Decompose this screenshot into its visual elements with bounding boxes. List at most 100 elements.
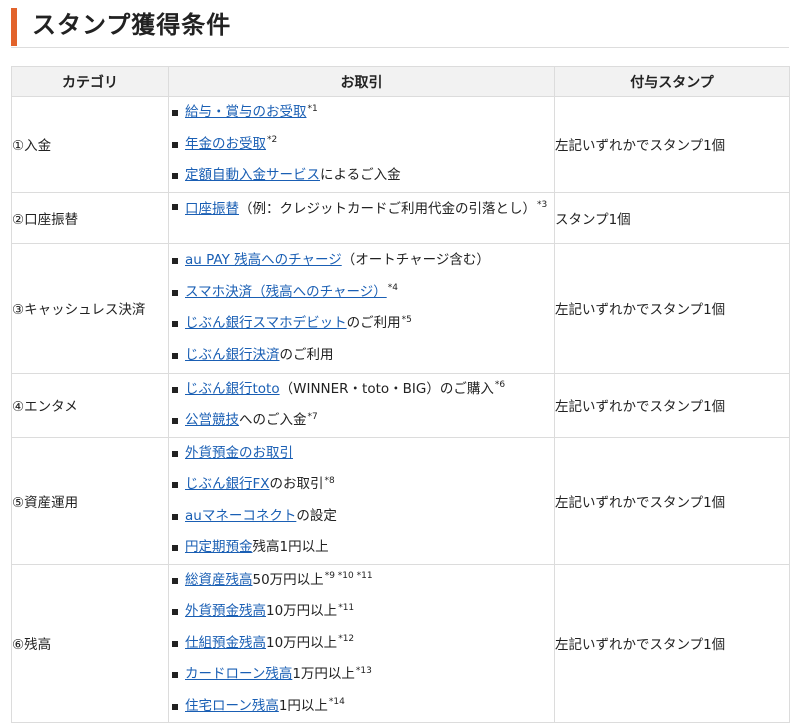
list-item: 仕組預金残高10万円以上*12 (169, 628, 554, 660)
footnote-marker: *12 (338, 634, 355, 644)
list-item: auマネーコネクトの設定 (169, 501, 554, 533)
square-bullet-icon (172, 609, 178, 615)
transaction-list: 総資産残高50万円以上*9 *10 *11 外貨預金残高10万円以上*11 仕組預金… (169, 565, 554, 723)
transaction-cell: 外貨預金のお取引 じぶん銀行FXのお取引*8 auマネーコネクトの設定 円定期預金残高… (168, 436, 555, 565)
table-row: ⑥残高 総資産残高50万円以上*9 *10 *11 外貨預金残高10万円以上*11 仕… (11, 563, 790, 723)
footnote-marker: *8 (324, 475, 335, 486)
footnote-marker: *13 (355, 665, 372, 676)
square-bullet-icon (172, 577, 178, 584)
list-item: 口座振替（例：クレジットカードご利用代金の引落とし）*3 (169, 196, 554, 240)
transaction-suffix: によるご入金 (320, 167, 401, 183)
transaction-suffix: 50万円以上 (252, 571, 324, 588)
transaction-list: 外貨預金のお取引 じぶん銀行FXのお取引*8 auマネーコネクトの設定 円定期預金残高… (169, 438, 554, 564)
list-item: じぶん銀行決済のご利用 (169, 340, 554, 372)
list-item: じぶん銀行toto（WINNER・toto・BIG）のご購入*6 (169, 374, 554, 406)
category-cell: ⑤資産運用 (11, 436, 169, 565)
stamp-cell: スタンプ1個 (554, 191, 790, 244)
square-bullet-icon (172, 321, 178, 327)
list-item: じぶん銀行FXのお取引*8 (169, 469, 554, 501)
transaction-suffix: 10万円以上 (266, 634, 338, 651)
stamp-cell: 左記いずれかでスタンプ1個 (554, 372, 790, 438)
square-bullet-icon (172, 386, 178, 393)
transaction-link[interactable]: 円定期預金 (185, 539, 253, 555)
transaction-list: au PAY 残高へのチャージ（オートチャージ含む） スマホ決済（残高へのチャージ… (169, 245, 554, 371)
transaction-link[interactable]: 給与・賞与のお受取 (185, 104, 307, 120)
square-bullet-icon (172, 513, 178, 520)
transaction-suffix: 1万円以上 (292, 666, 355, 682)
list-item: 外貨預金残高10万円以上*11 (169, 596, 554, 628)
table-header-row: カテゴリ お取引 付与スタンプ (11, 66, 790, 97)
transaction-suffix: （例：クレジットカードご利用代金の引落とし） (239, 200, 536, 217)
square-bullet-icon (172, 672, 178, 678)
footnote-marker: *5 (401, 314, 412, 325)
table-row: ④エンタメ じぶん銀行toto（WINNER・toto・BIG）のご購入*6 公営競… (11, 372, 790, 438)
list-item: 外貨預金のお取引 (169, 438, 554, 470)
transaction-link[interactable]: auマネーコネクト (185, 508, 296, 524)
list-item: カードローン残高1万円以上*13 (169, 659, 554, 691)
list-item: 定額自動入金サービスによるご入金 (169, 160, 554, 192)
list-item: 総資産残高50万円以上*9 *10 *11 (169, 565, 554, 597)
list-item: 公営競技へのご入金*7 (169, 405, 554, 437)
transaction-suffix: 1円以上 (278, 697, 328, 714)
transaction-link[interactable]: スマホ決済（残高へのチャージ） (185, 284, 387, 300)
transaction-link[interactable]: じぶん銀行スマホデビット (185, 315, 347, 331)
transaction-list: 給与・賞与のお受取*1 年金のお受取*2 定額自動入金サービスによるご入金 (169, 97, 554, 192)
transaction-link[interactable]: 住宅ローン残高 (185, 698, 279, 714)
transaction-suffix: のご利用 (279, 346, 334, 363)
footnote-marker: *1 (307, 103, 318, 114)
transaction-suffix: （WINNER・toto・BIG）のご購入 (279, 380, 494, 397)
square-bullet-icon (172, 450, 178, 457)
transaction-cell: 総資産残高50万円以上*9 *10 *11 外貨預金残高10万円以上*11 仕組預金… (168, 563, 555, 723)
column-header-category: カテゴリ (11, 66, 169, 97)
square-bullet-icon (172, 289, 178, 296)
section-heading: スタンプ獲得条件 (11, 6, 789, 48)
footnote-marker: *4 (387, 283, 398, 293)
stamp-conditions-table: カテゴリ お取引 付与スタンプ ①入金 給与・賞与のお受取*1 年金のお受取*2 定額… (11, 66, 790, 723)
list-item: 住宅ローン残高1円以上*14 (169, 691, 554, 723)
category-cell: ①入金 (11, 96, 169, 193)
list-item: au PAY 残高へのチャージ（オートチャージ含む） (169, 245, 554, 277)
transaction-suffix: 残高1円以上 (252, 539, 329, 555)
square-bullet-icon (172, 203, 178, 210)
category-cell: ⑥残高 (11, 563, 169, 723)
footnote-marker: *7 (307, 411, 318, 422)
transaction-cell: 給与・賞与のお受取*1 年金のお受取*2 定額自動入金サービスによるご入金 (168, 96, 555, 193)
transaction-link[interactable]: じぶん銀行決済 (185, 347, 280, 363)
transaction-cell: 口座振替（例：クレジットカードご利用代金の引落とし）*3 (168, 191, 555, 244)
transaction-link[interactable]: カードローン残高 (185, 666, 292, 682)
column-header-stamp: 付与スタンプ (554, 66, 790, 97)
transaction-link[interactable]: 口座振替 (185, 201, 239, 217)
square-bullet-icon (172, 482, 178, 488)
transaction-link[interactable]: 年金のお受取 (185, 136, 266, 152)
stamp-cell: 左記いずれかでスタンプ1個 (554, 563, 790, 723)
stamp-cell: 左記いずれかでスタンプ1個 (554, 96, 790, 193)
transaction-link[interactable]: 仕組預金残高 (185, 635, 266, 651)
list-item: 給与・賞与のお受取*1 (169, 97, 554, 129)
column-header-transaction: お取引 (168, 66, 555, 97)
transaction-link[interactable]: 外貨預金のお取引 (185, 445, 293, 461)
table-row: ②口座振替 口座振替（例：クレジットカードご利用代金の引落とし）*3 スタンプ1個 (11, 191, 790, 244)
footnote-marker: *14 (328, 697, 345, 707)
list-item: 円定期預金残高1円以上 (169, 532, 554, 564)
table-row: ③キャッシュレス決済 au PAY 残高へのチャージ（オートチャージ含む） スマホ決… (11, 242, 790, 374)
page-title: スタンプ獲得条件 (32, 11, 232, 39)
transaction-suffix: （オートチャージ含む） (341, 252, 490, 268)
transaction-link[interactable]: au PAY 残高へのチャージ (185, 252, 342, 268)
square-bullet-icon (172, 545, 178, 551)
footnote-marker: *6 (494, 380, 506, 390)
list-item: スマホ決済（残高へのチャージ）*4 (169, 277, 554, 309)
square-bullet-icon (172, 110, 178, 116)
transaction-link[interactable]: じぶん銀行toto (185, 381, 280, 397)
list-item: 年金のお受取*2 (169, 129, 554, 161)
transaction-list: じぶん銀行toto（WINNER・toto・BIG）のご購入*6 公営競技へのご入… (169, 374, 554, 437)
footnote-marker: *11 (338, 602, 355, 613)
transaction-link[interactable]: 定額自動入金サービス (185, 167, 320, 183)
transaction-link[interactable]: 外貨預金残高 (185, 603, 266, 619)
transaction-suffix: へのご入金 (239, 412, 307, 428)
transaction-link[interactable]: 公営競技 (185, 412, 239, 428)
footnote-marker: *3 (537, 200, 548, 210)
square-bullet-icon (172, 640, 178, 647)
transaction-suffix: の設定 (296, 507, 337, 524)
transaction-link[interactable]: 総資産残高 (185, 572, 253, 588)
transaction-link[interactable]: じぶん銀行FX (185, 476, 270, 492)
